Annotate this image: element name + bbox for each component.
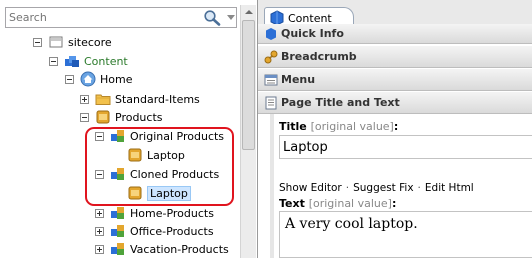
search-box — [5, 7, 237, 28]
tree-label: sitecore — [68, 35, 112, 49]
tree-node-home[interactable]: Home — [65, 70, 132, 88]
edit-html-link[interactable]: Edit Html — [425, 182, 474, 194]
section-breadcrumb[interactable]: Breadcrumb — [258, 46, 532, 68]
expand-icon[interactable] — [95, 226, 104, 236]
expand-icon[interactable] — [80, 94, 89, 104]
section-label: Menu — [281, 73, 316, 86]
highlight-annotation — [85, 127, 234, 206]
section-page-title-text[interactable]: Page Title and Text — [258, 92, 532, 114]
section-quick-info[interactable]: Quick Info — [258, 24, 532, 44]
show-editor-link[interactable]: Show Editor — [279, 182, 342, 194]
text-rich-editor[interactable]: A very cool laptop. — [279, 211, 532, 258]
tree-label: Standard-Items — [115, 92, 200, 106]
sitecore-icon — [49, 36, 63, 48]
tree-scrollbar[interactable] — [240, 5, 256, 258]
scrollbar-thumb[interactable] — [242, 20, 255, 150]
tree-label: Home — [100, 72, 133, 86]
title-value: Laptop — [283, 139, 328, 155]
section-menu[interactable]: Menu — [258, 69, 532, 91]
collapse-icon[interactable] — [80, 112, 89, 122]
title-label-text: Title — [279, 120, 307, 133]
text-label-text: Text — [279, 197, 305, 210]
breadcrumb-icon — [264, 50, 278, 63]
content-editor-pane: Content Quick Info Breadcrumb Menu Page … — [257, 0, 532, 258]
tree-node-sitecore[interactable]: sitecore — [33, 33, 112, 51]
text-value: A very cool laptop. — [285, 216, 418, 232]
title-field[interactable]: Laptop — [279, 135, 532, 159]
tree-label: Home-Products — [130, 206, 214, 220]
tree-label: Office-Products — [130, 224, 214, 238]
tree-node-home-products[interactable]: Home-Products — [95, 204, 214, 222]
section-label: Quick Info — [281, 27, 344, 40]
tree-node-vacation-products[interactable]: Vacation-Products — [95, 240, 229, 258]
collapse-icon[interactable] — [49, 56, 58, 66]
tree-node-office-products[interactable]: Office-Products — [95, 222, 214, 240]
chevron-down-icon[interactable] — [226, 11, 236, 23]
items-icon — [111, 225, 124, 237]
expand-icon[interactable] — [95, 208, 104, 218]
scroll-up-icon[interactable] — [244, 7, 254, 17]
tree-label: Products — [115, 110, 163, 124]
search-input[interactable] — [9, 10, 189, 25]
content-icon — [65, 56, 79, 67]
quick-info-icon — [266, 27, 276, 40]
title-colon: : — [393, 120, 399, 133]
search-icon[interactable] — [203, 9, 221, 26]
page-icon — [265, 96, 277, 109]
text-editor-links: Show Editor · Suggest Fix · Edit Html — [279, 182, 474, 194]
title-hint: [original value] — [310, 120, 394, 133]
tree-label: Vacation-Products — [130, 242, 229, 256]
tree-label: Content — [84, 54, 128, 68]
content-tree-pane: sitecore Content Home Standard-Items — [0, 0, 257, 258]
text-hint: [original value] — [308, 197, 392, 210]
tree-node-standard-items[interactable]: Standard-Items — [80, 90, 200, 108]
products-icon — [96, 110, 110, 124]
text-colon: : — [391, 197, 397, 210]
items-icon — [111, 243, 124, 255]
link-separator: · — [345, 182, 350, 194]
title-field-label: Title [original value]: — [279, 120, 398, 133]
suggest-fix-link[interactable]: Suggest Fix — [353, 182, 413, 194]
collapse-icon[interactable] — [65, 74, 74, 84]
section-label: Breadcrumb — [281, 50, 357, 63]
tree-node-products[interactable]: Products — [80, 108, 163, 126]
tree-node-content[interactable]: Content — [49, 52, 128, 70]
expand-icon[interactable] — [95, 244, 104, 254]
folder-icon — [95, 94, 111, 105]
menu-icon — [264, 74, 278, 85]
items-icon — [111, 207, 124, 219]
fields-panel: Title [original value]: Laptop Show Edit… — [258, 114, 532, 258]
tab-label: Content — [288, 11, 332, 25]
link-separator: · — [417, 182, 421, 194]
section-label: Page Title and Text — [281, 96, 400, 109]
home-icon — [80, 71, 96, 87]
text-field-label: Text [original value]: — [279, 197, 396, 210]
collapse-icon[interactable] — [33, 37, 42, 47]
section-rail — [270, 114, 274, 258]
